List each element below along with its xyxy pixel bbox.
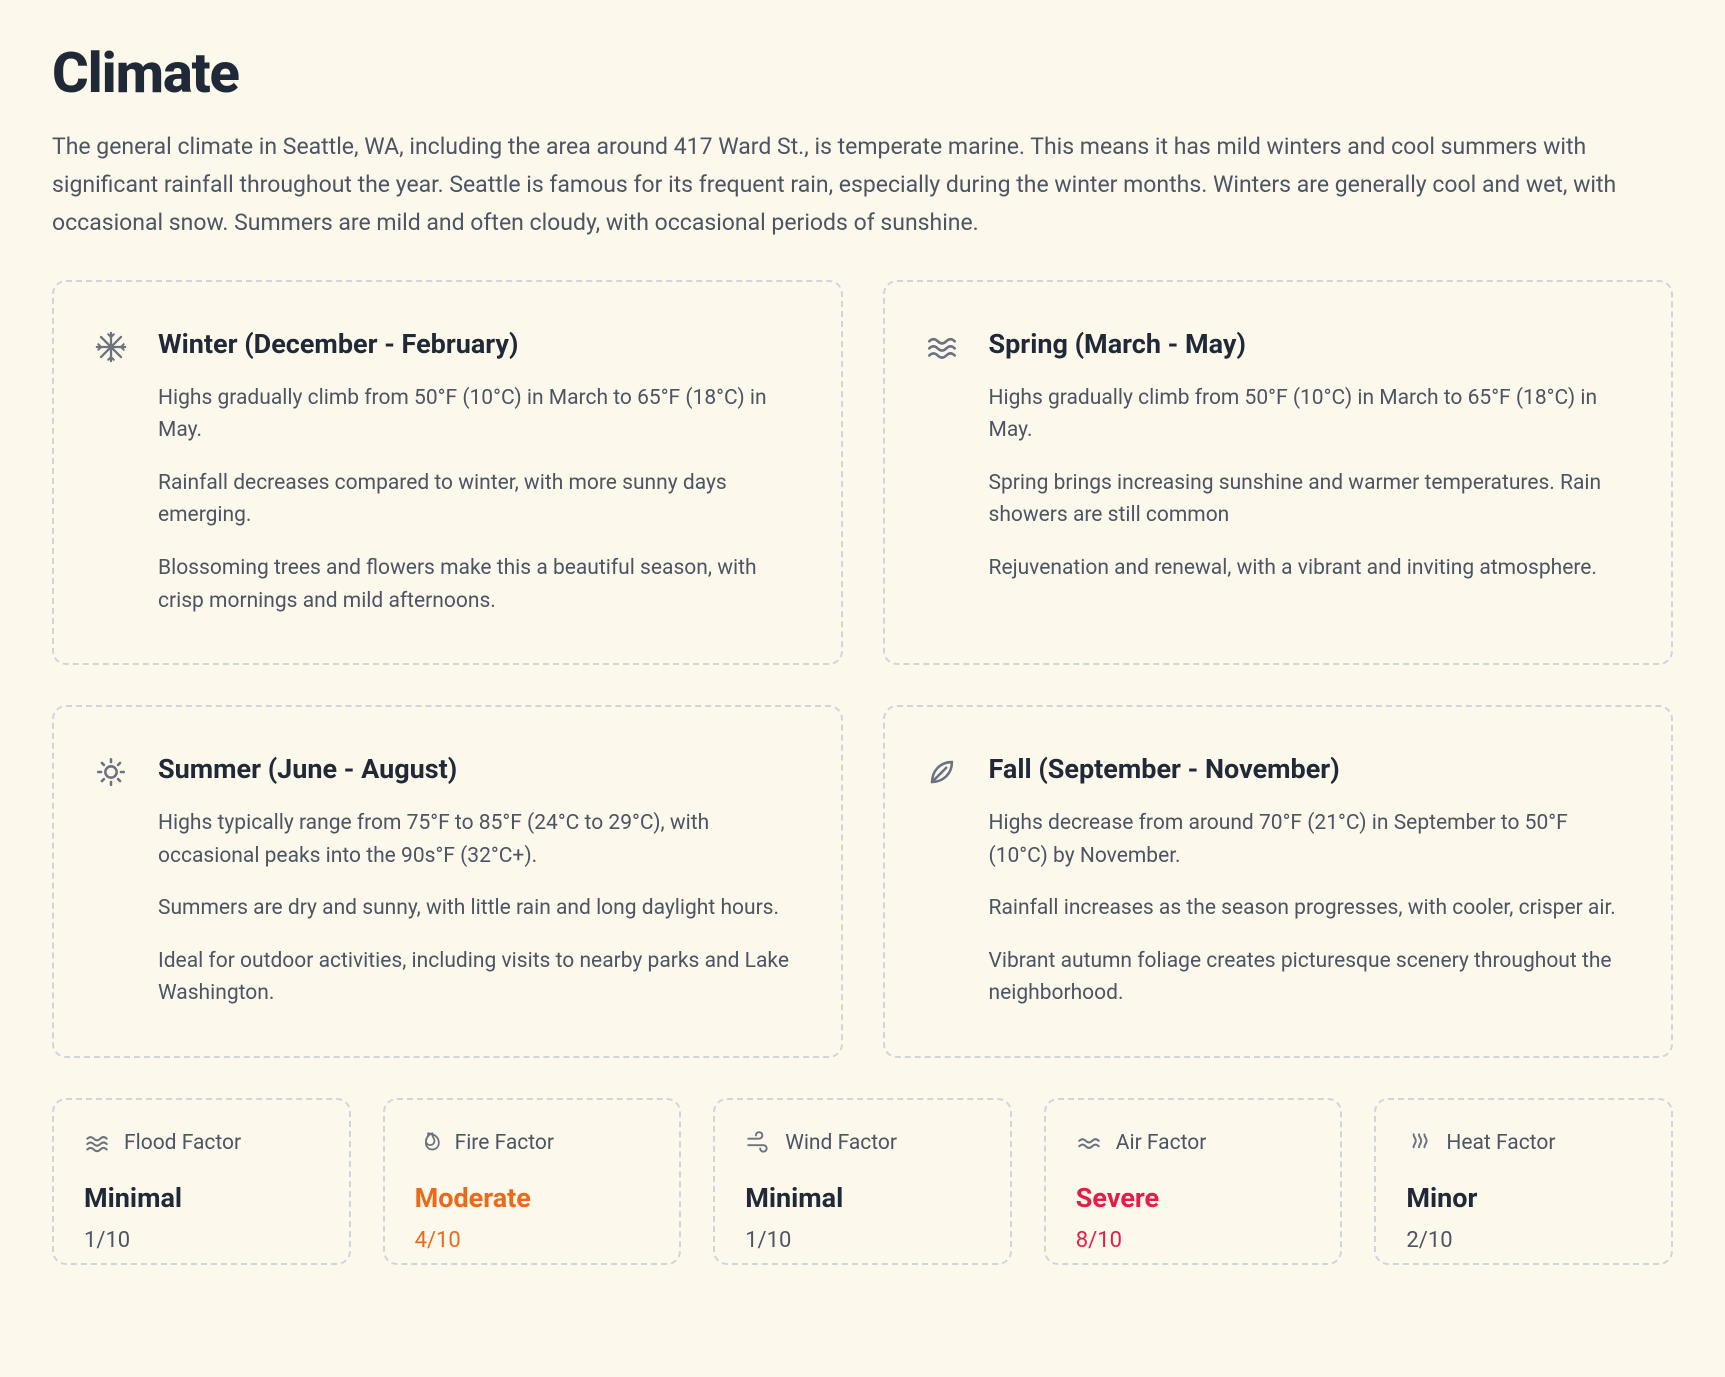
season-line: Summers are dry and sunny, with little r… — [158, 892, 793, 925]
fire-icon — [415, 1130, 441, 1156]
factor-verdict: Moderate — [415, 1182, 650, 1214]
seasons-grid: Winter (December - February) Highs gradu… — [52, 280, 1673, 1058]
factor-card-fire: Fire Factor Moderate 4/10 — [383, 1098, 682, 1265]
season-line: Vibrant autumn foliage creates picturesq… — [989, 945, 1624, 1010]
factor-label: Heat Factor — [1446, 1131, 1555, 1155]
season-line: Highs gradually climb from 50°F (10°C) i… — [158, 382, 793, 447]
factor-label: Air Factor — [1116, 1131, 1207, 1155]
leaf-icon — [925, 755, 959, 789]
season-title: Fall (September - November) — [989, 753, 1624, 785]
factor-score: 1/10 — [84, 1228, 319, 1253]
factor-verdict: Severe — [1076, 1182, 1311, 1214]
season-card-fall: Fall (September - November) Highs decrea… — [883, 705, 1674, 1058]
waves-icon — [84, 1130, 110, 1156]
season-line: Rainfall increases as the season progres… — [989, 892, 1624, 925]
season-title: Spring (March - May) — [989, 328, 1624, 360]
factor-label: Fire Factor — [455, 1131, 554, 1155]
snowflake-icon — [94, 330, 128, 364]
climate-intro: The general climate in Seattle, WA, incl… — [52, 128, 1672, 242]
factor-label: Wind Factor — [785, 1131, 897, 1155]
season-title: Winter (December - February) — [158, 328, 793, 360]
page-title: Climate — [52, 40, 1673, 106]
waves-icon — [925, 330, 959, 364]
season-line: Ideal for outdoor activities, including … — [158, 945, 793, 1010]
season-line: Rainfall decreases compared to winter, w… — [158, 467, 793, 532]
season-card-summer: Summer (June - August) Highs typically r… — [52, 705, 843, 1058]
season-line: Highs decrease from around 70°F (21°C) i… — [989, 807, 1624, 872]
factor-card-air: Air Factor Severe 8/10 — [1044, 1098, 1343, 1265]
wind-icon — [745, 1130, 771, 1156]
factor-score: 2/10 — [1406, 1228, 1641, 1253]
season-line: Highs gradually climb from 50°F (10°C) i… — [989, 382, 1624, 447]
season-line: Rejuvenation and renewal, with a vibrant… — [989, 552, 1624, 585]
air-icon — [1076, 1130, 1102, 1156]
factor-verdict: Minimal — [84, 1182, 319, 1214]
factor-card-wind: Wind Factor Minimal 1/10 — [713, 1098, 1012, 1265]
season-line: Blossoming trees and flowers make this a… — [158, 552, 793, 617]
risk-factors-row: Flood Factor Minimal 1/10 Fire Factor Mo… — [52, 1098, 1673, 1265]
season-card-spring: Spring (March - May) Highs gradually cli… — [883, 280, 1674, 665]
factor-verdict: Minor — [1406, 1182, 1641, 1214]
season-card-winter: Winter (December - February) Highs gradu… — [52, 280, 843, 665]
sun-icon — [94, 755, 128, 789]
factor-score: 8/10 — [1076, 1228, 1311, 1253]
season-line: Spring brings increasing sunshine and wa… — [989, 467, 1624, 532]
season-line: Highs typically range from 75°F to 85°F … — [158, 807, 793, 872]
factor-verdict: Minimal — [745, 1182, 980, 1214]
factor-card-heat: Heat Factor Minor 2/10 — [1374, 1098, 1673, 1265]
factor-score: 4/10 — [415, 1228, 650, 1253]
season-title: Summer (June - August) — [158, 753, 793, 785]
factor-score: 1/10 — [745, 1228, 980, 1253]
factor-label: Flood Factor — [124, 1131, 241, 1155]
heat-icon — [1406, 1130, 1432, 1156]
factor-card-flood: Flood Factor Minimal 1/10 — [52, 1098, 351, 1265]
